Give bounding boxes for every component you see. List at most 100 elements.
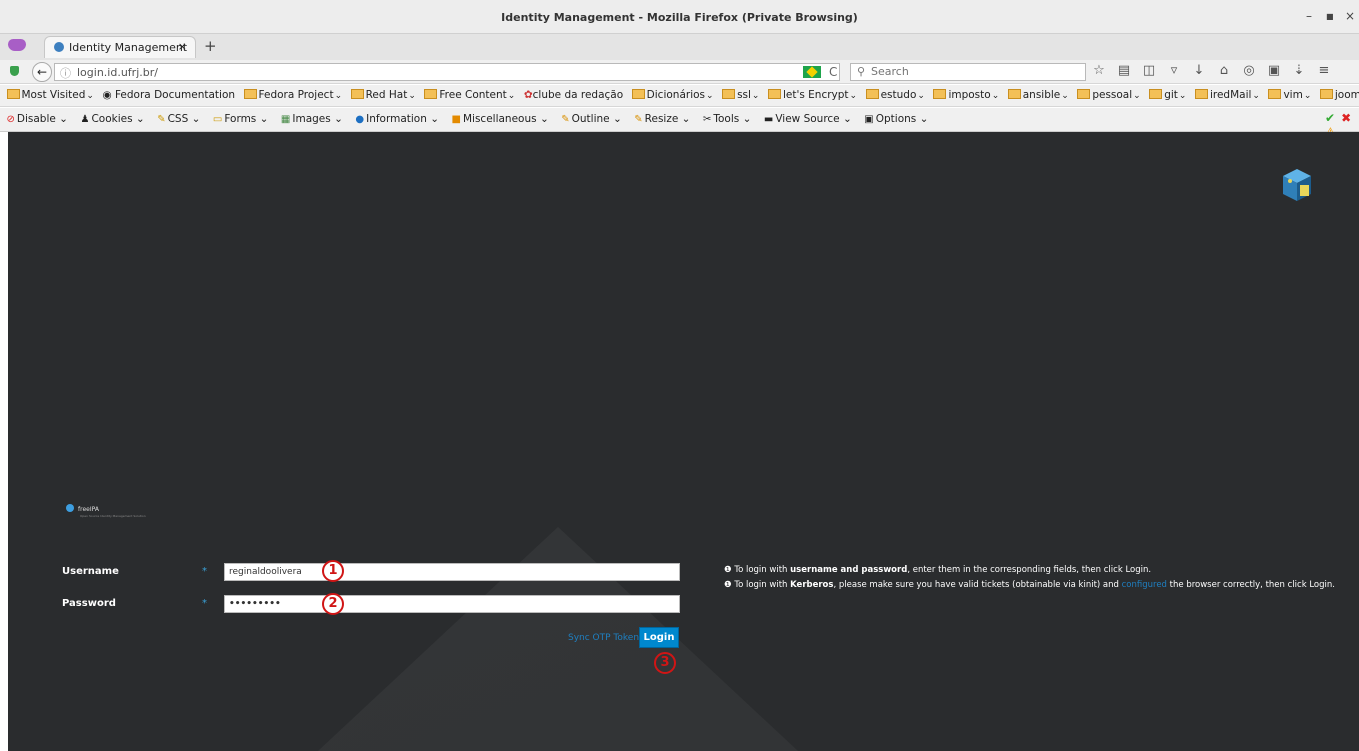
sync-icon[interactable]: ▣ bbox=[1267, 63, 1281, 78]
addon-icon[interactable]: ◎ bbox=[1242, 63, 1256, 78]
devtool-information[interactable]: ● Information ⌄ bbox=[355, 113, 439, 125]
image-icon: ▦ bbox=[280, 114, 291, 125]
download-icon[interactable]: ↓ bbox=[1192, 63, 1206, 78]
cookie-icon: ♟ bbox=[80, 114, 90, 125]
private-browsing-icon bbox=[8, 39, 26, 51]
bookmark-red-hat[interactable]: Red Hat⌄ bbox=[350, 89, 416, 101]
forms-icon: ▭ bbox=[212, 114, 223, 125]
folder-icon bbox=[350, 89, 364, 99]
bookmark-free-content[interactable]: Free Content⌄ bbox=[424, 89, 515, 101]
screenshot-icon[interactable]: ◫ bbox=[1142, 63, 1156, 78]
devtool-forms[interactable]: ▭ Forms ⌄ bbox=[213, 113, 269, 125]
sync-otp-token-link[interactable]: Sync OTP Token bbox=[568, 633, 639, 643]
annotation-marker-1: 1 bbox=[322, 560, 344, 582]
globe-icon bbox=[54, 42, 64, 52]
folder-icon bbox=[767, 89, 781, 99]
username-required-marker: * bbox=[202, 566, 207, 577]
info-icon[interactable]: ⓘ bbox=[60, 65, 71, 81]
web-developer-toolbar: ⊘ Disable ⌄ ♟ Cookies ⌄ ✎ CSS ⌄ ▭ Forms ⌄ ▦ I… bbox=[0, 108, 1359, 132]
bookmark-ssl[interactable]: ssl⌄ bbox=[722, 89, 759, 101]
bookmark-ansible[interactable]: ansible⌄ bbox=[1007, 89, 1069, 101]
search-input[interactable] bbox=[871, 65, 1071, 78]
freeipa-logo-icon bbox=[66, 504, 74, 512]
bookmark-fedora-project[interactable]: Fedora Project⌄ bbox=[243, 89, 342, 101]
devtool-cookies[interactable]: ♟ Cookies ⌄ bbox=[80, 113, 144, 125]
downloads-arrow-icon[interactable]: ⇣ bbox=[1292, 63, 1306, 78]
source-icon: ▬ bbox=[763, 114, 774, 125]
pencil-icon: ✎ bbox=[561, 114, 570, 125]
page-content bbox=[8, 132, 1359, 751]
bookmark-estudo[interactable]: estudo⌄ bbox=[865, 89, 925, 101]
toolbar-icons: ☆ ▤ ◫ ▿ ↓ ⌂ ◎ ▣ ⇣ ≡ bbox=[1092, 63, 1342, 81]
bookmark-imposto[interactable]: imposto⌄ bbox=[933, 89, 999, 101]
minimize-button[interactable]: – bbox=[1306, 9, 1312, 23]
password-required-marker: * bbox=[202, 598, 207, 609]
tab-close-button[interactable]: × bbox=[178, 40, 187, 53]
devtool-images[interactable]: ▦ Images ⌄ bbox=[281, 113, 343, 125]
tab-identity-management[interactable]: Identity Management × bbox=[44, 36, 196, 58]
pocket-icon[interactable]: ▿ bbox=[1167, 63, 1181, 78]
disable-icon: ⊘ bbox=[6, 114, 15, 125]
folder-icon bbox=[933, 89, 947, 99]
maximize-button[interactable]: ■ bbox=[1326, 12, 1334, 21]
shield-icon bbox=[10, 66, 19, 76]
reading-list-icon[interactable]: ▤ bbox=[1117, 63, 1131, 78]
folder-icon bbox=[243, 89, 257, 99]
password-input[interactable] bbox=[224, 595, 680, 613]
search-bar[interactable]: ⚲ bbox=[850, 63, 1086, 81]
url-text[interactable]: login.id.ufrj.br/ bbox=[77, 66, 158, 79]
check-icon: ✔ bbox=[1325, 111, 1336, 125]
login-button[interactable]: Login bbox=[639, 627, 679, 648]
bookmark-joomla[interactable]: joomla⌄ bbox=[1319, 89, 1359, 101]
configured-link[interactable]: configured bbox=[1122, 580, 1167, 590]
devtool-outline[interactable]: ✎ Outline ⌄ bbox=[561, 113, 622, 125]
tools-icon: ✂ bbox=[702, 114, 712, 125]
info-icon: ● bbox=[355, 114, 365, 125]
devtool-tools[interactable]: ✂ Tools ⌄ bbox=[703, 113, 751, 125]
home-icon[interactable]: ⌂ bbox=[1217, 63, 1231, 78]
bookmark-iredmail[interactable]: iredMail⌄ bbox=[1194, 89, 1260, 101]
annotation-marker-3: 3 bbox=[654, 652, 676, 674]
folder-icon bbox=[1268, 89, 1282, 99]
devtool-resize[interactable]: ✎ Resize ⌄ bbox=[634, 113, 690, 125]
bookmark-dicionarios[interactable]: Dicionários⌄ bbox=[631, 89, 714, 101]
folder-icon bbox=[424, 89, 438, 99]
devtool-css[interactable]: ✎ CSS ⌄ bbox=[157, 113, 200, 125]
freeipa-cube-icon bbox=[1283, 169, 1311, 201]
pencil-icon: ✎ bbox=[634, 114, 643, 125]
username-input[interactable] bbox=[224, 563, 680, 581]
bookmark-pessoal[interactable]: pessoal⌄ bbox=[1077, 89, 1141, 101]
url-bar[interactable]: ⓘ login.id.ufrj.br/ C bbox=[54, 63, 840, 81]
password-label: Password bbox=[62, 598, 116, 609]
devtool-view-source[interactable]: ▬ View Source ⌄ bbox=[764, 113, 852, 125]
bookmark-fedora-documentation[interactable]: ◉ Fedora Documentation bbox=[102, 89, 235, 101]
help-kerberos: ❶ To login with Kerberos, please make su… bbox=[724, 580, 1335, 590]
fedora-icon: ◉ bbox=[102, 89, 115, 101]
devtool-miscellaneous[interactable]: ■ Miscellaneous ⌄ bbox=[452, 113, 549, 125]
bookmark-most-visited[interactable]: Most Visited⌄ bbox=[6, 89, 94, 101]
menu-icon[interactable]: ≡ bbox=[1317, 63, 1331, 78]
bookmark-lets-encrypt[interactable]: let's Encrypt⌄ bbox=[767, 89, 857, 101]
folder-icon bbox=[1319, 89, 1333, 99]
info-icon: ❶ bbox=[724, 580, 735, 590]
folder-icon bbox=[6, 89, 20, 99]
misc-icon: ■ bbox=[451, 114, 461, 125]
folder-icon bbox=[1077, 89, 1091, 99]
bookmark-vim[interactable]: vim⌄ bbox=[1268, 89, 1311, 101]
close-window-button[interactable]: × bbox=[1345, 9, 1355, 23]
bookmark-clube-da-redacao[interactable]: ✿clube da redação bbox=[524, 89, 623, 101]
folder-icon bbox=[1007, 89, 1021, 99]
devtool-disable[interactable]: ⊘ Disable ⌄ bbox=[7, 113, 68, 125]
back-button[interactable]: ← bbox=[32, 62, 52, 82]
new-tab-button[interactable]: + bbox=[204, 37, 217, 55]
window-title: Identity Management - Mozilla Firefox (P… bbox=[501, 11, 858, 24]
reload-button[interactable]: C bbox=[829, 65, 837, 79]
navigation-bar: ← ⓘ login.id.ufrj.br/ C ⚲ ☆ ▤ ◫ ▿ ↓ ⌂ ◎ ▣ ⇣ ≡ bbox=[0, 60, 1359, 84]
window-titlebar: Identity Management - Mozilla Firefox (P… bbox=[0, 0, 1359, 34]
devtool-options[interactable]: ▣ Options ⌄ bbox=[864, 113, 928, 125]
star-icon[interactable]: ☆ bbox=[1092, 63, 1106, 78]
site-icon: ✿ bbox=[523, 89, 533, 101]
folder-icon bbox=[1194, 89, 1208, 99]
annotation-marker-2: 2 bbox=[322, 593, 344, 615]
bookmark-git[interactable]: git⌄ bbox=[1149, 89, 1186, 101]
